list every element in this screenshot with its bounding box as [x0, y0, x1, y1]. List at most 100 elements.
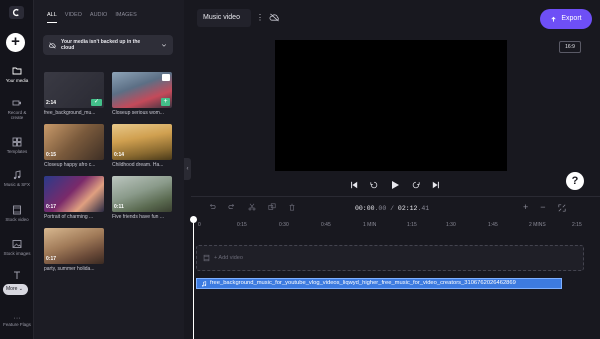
video-preview[interactable] — [275, 40, 507, 171]
delete-icon[interactable] — [288, 203, 296, 211]
rail-item-label: Stock images — [3, 251, 31, 256]
ruler-tick: 0:45 — [321, 222, 331, 228]
current-time: 00:00 — [355, 205, 375, 212]
project-title: Music video — [203, 14, 240, 21]
media-duration: 0:15 — [46, 152, 57, 158]
image-icon — [12, 240, 22, 248]
collapse-panel-handle[interactable]: ‹ — [184, 158, 191, 180]
media-item[interactable]: + — [112, 72, 172, 108]
media-panel: ALL VIDEO AUDIO IMAGES Your media isn't … — [34, 0, 184, 339]
audio-clip[interactable]: free_background_music_for_youtube_vlog_v… — [196, 278, 562, 289]
ruler-tick: 1:30 — [446, 222, 456, 228]
rail-item-your-media[interactable]: Your media — [0, 66, 34, 83]
forward-5s-icon[interactable] — [412, 181, 420, 189]
rail-item-label: Templates — [6, 149, 28, 154]
media-duration: 0:17 — [46, 204, 57, 210]
rail-item-music-sfx[interactable]: Music & SFX — [0, 170, 34, 187]
media-item[interactable]: 0:15 — [44, 124, 104, 160]
playhead[interactable] — [193, 219, 194, 339]
ruler-tick: 1:15 — [407, 222, 417, 228]
rail-item-label: Feature Flags — [3, 322, 31, 327]
timeline-tools — [208, 203, 296, 211]
rail-item-templates[interactable]: Templates — [0, 137, 34, 154]
zoom-tools: + − — [523, 202, 566, 212]
rail-item-label: Record & create — [7, 110, 27, 120]
ruler-tick: 0 — [198, 222, 201, 228]
media-duration: 0:17 — [46, 256, 57, 262]
export-label: Export — [561, 15, 582, 22]
zoom-in-icon[interactable]: + — [523, 202, 528, 212]
media-item-label: Childhood dream. Ha... — [112, 162, 164, 168]
music-note-icon — [13, 170, 21, 180]
ruler-tick: 2:15 — [572, 222, 582, 228]
backup-warning[interactable]: Your media isn't backed up in the cloud — [43, 35, 173, 55]
rail-item-label: Your media — [5, 78, 29, 83]
skip-to-start-icon[interactable] — [350, 181, 358, 189]
media-item-label: Closeup serious wom... — [112, 110, 164, 116]
project-title-field[interactable]: Music video — [197, 9, 251, 27]
cloud-off-icon[interactable] — [269, 13, 280, 22]
add-plus-icon[interactable]: + — [161, 98, 170, 106]
tab-images[interactable]: IMAGES — [115, 12, 136, 23]
text-icon — [14, 271, 20, 279]
media-item[interactable]: 0:11 — [112, 176, 172, 212]
total-time-frac: .41 — [417, 205, 430, 212]
undo-icon[interactable] — [208, 203, 216, 211]
added-check-icon: ✓ — [91, 99, 102, 106]
zoom-out-icon[interactable]: − — [540, 202, 545, 212]
media-item[interactable]: 2:14 ✓ — [44, 72, 104, 108]
film-icon — [203, 254, 210, 262]
media-item-label: Five friends have fun ... — [112, 214, 164, 220]
rail-item-stock-images[interactable]: Stock images — [0, 239, 34, 256]
media-item[interactable]: 0:17 — [44, 228, 104, 264]
more-options-icon[interactable]: ⋮ — [256, 13, 264, 22]
export-button[interactable]: Export — [540, 9, 592, 29]
fit-to-screen-icon[interactable] — [557, 204, 566, 212]
film-icon — [13, 205, 21, 215]
skip-to-end-icon[interactable] — [432, 181, 440, 189]
trash-icon[interactable] — [162, 74, 170, 81]
rail-item-record-create[interactable]: Record & create — [0, 98, 34, 120]
media-duration: 2:14 — [46, 100, 57, 106]
tab-video[interactable]: VIDEO — [65, 12, 82, 23]
camera-icon — [12, 100, 21, 106]
scissors-icon[interactable] — [248, 203, 256, 211]
media-tabs: ALL VIDEO AUDIO IMAGES — [47, 12, 137, 23]
rail-item-feature-flags[interactable]: ··· Feature Flags — [0, 315, 34, 327]
video-track-dropzone[interactable]: + Add video — [196, 245, 584, 271]
media-item[interactable]: 0:17 — [44, 176, 104, 212]
create-plus-button[interactable]: + — [6, 33, 25, 52]
rail-item-stock-video[interactable]: Stock video — [0, 205, 34, 222]
media-duration: 0:11 — [114, 204, 124, 210]
redo-icon[interactable] — [228, 203, 236, 211]
audio-clip-label: free_background_music_for_youtube_vlog_v… — [210, 280, 516, 286]
play-icon[interactable] — [390, 180, 400, 190]
ruler-tick: 0:30 — [279, 222, 289, 228]
left-rail: + Your media Record & create Templates M… — [0, 0, 34, 339]
aspect-ratio-button[interactable]: 16:9 — [559, 41, 581, 53]
tab-all[interactable]: ALL — [47, 12, 57, 23]
duplicate-icon[interactable] — [268, 203, 276, 211]
playback-controls — [350, 180, 440, 190]
time-readout: 00:00.00 / 02:12.41 — [355, 205, 429, 212]
time-separator: / — [386, 205, 398, 212]
rewind-5s-icon[interactable] — [370, 181, 378, 189]
rail-item-label: Music & SFX — [3, 182, 30, 187]
help-button[interactable]: ? — [566, 172, 584, 190]
backup-warning-text: Your media isn't backed up in the cloud — [61, 39, 141, 51]
total-time: 02:12 — [397, 205, 418, 212]
tab-audio[interactable]: AUDIO — [90, 12, 107, 23]
media-duration: 0:14 — [114, 152, 125, 158]
templates-icon — [12, 137, 22, 147]
ruler-tick: 1:45 — [488, 222, 498, 228]
folder-icon — [12, 67, 22, 75]
music-note-icon — [202, 280, 207, 287]
upload-icon — [551, 16, 556, 22]
rail-item-text[interactable] — [0, 270, 34, 282]
chevron-down-icon — [161, 44, 167, 47]
more-button[interactable]: More ⌄ — [3, 284, 28, 295]
media-item[interactable]: 0:14 — [112, 124, 172, 160]
clipchamp-logo-icon[interactable] — [9, 6, 24, 19]
timeline-ruler[interactable]: 0 0:15 0:30 0:45 1 MIN 1:15 1:30 1:45 2 … — [191, 219, 600, 231]
playhead-handle[interactable] — [190, 216, 197, 223]
